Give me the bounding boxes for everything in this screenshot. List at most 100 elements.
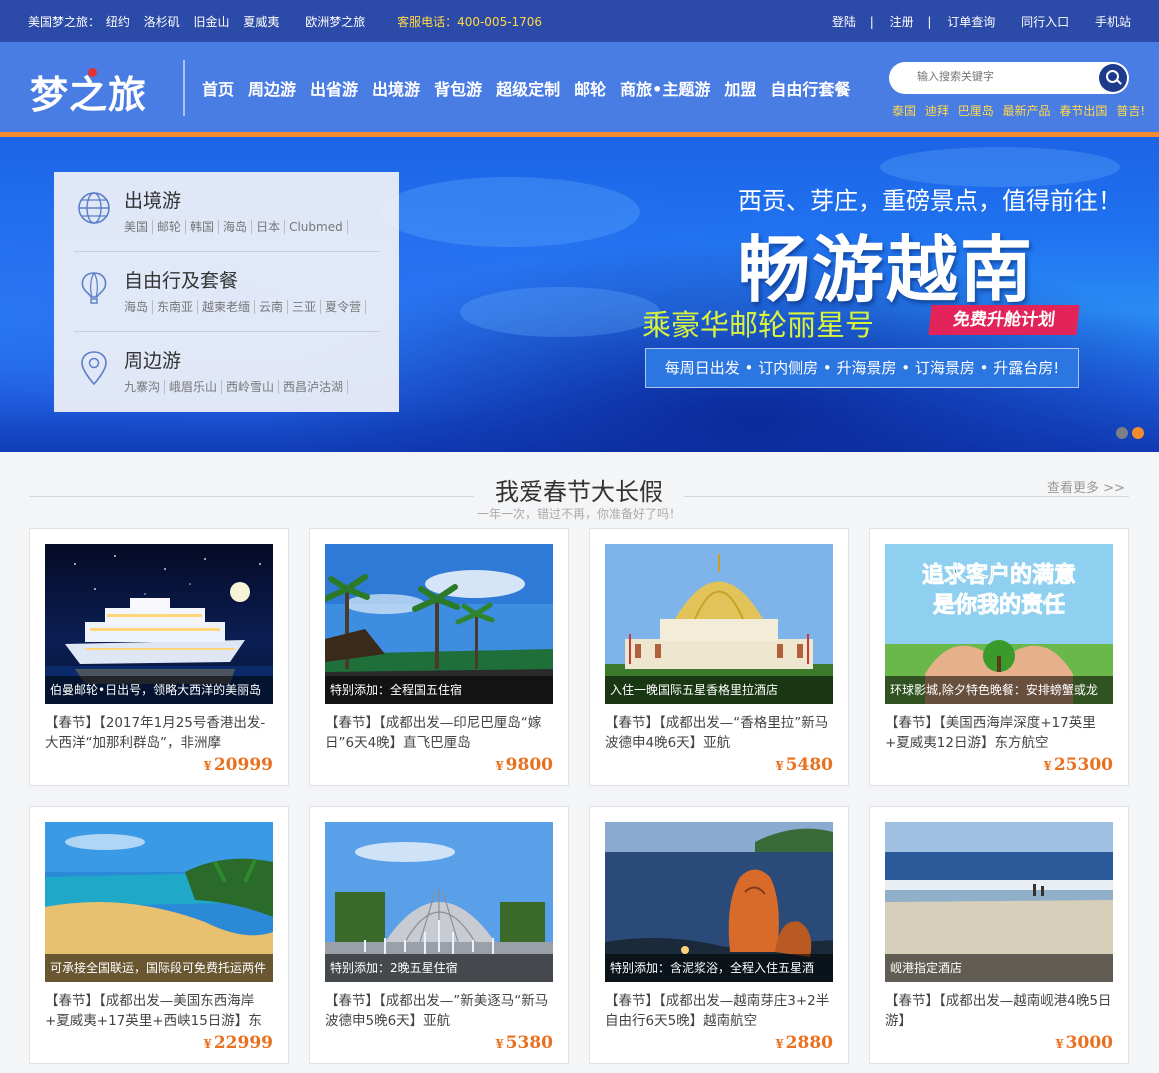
- price-value: 3000: [1065, 1033, 1113, 1053]
- city-link-newyork[interactable]: 纽约: [106, 15, 130, 29]
- product-image[interactable]: 伯曼邮轮•日出号，领略大西洋的美丽岛: [45, 544, 273, 704]
- banner-cruise-text: 乘豪华邮轮丽星号: [642, 308, 875, 342]
- category-link[interactable]: 东南亚: [157, 300, 199, 314]
- city-link-sanfrancisco[interactable]: 旧金山: [194, 15, 230, 29]
- register-link[interactable]: 注册: [890, 15, 914, 29]
- hot-keyword[interactable]: 巴厘岛: [958, 104, 994, 118]
- europe-link[interactable]: 欧洲梦之旅: [305, 15, 365, 29]
- product-card[interactable]: 特别添加：2晚五星住宿 【春节】【成都出发—”新美逐马“新马波德申5晚6天】亚航…: [309, 806, 569, 1064]
- currency-symbol: ¥: [1043, 759, 1052, 773]
- product-description[interactable]: 【春节】【成都出发—“香格里拉”新马波德申4晚6天】亚航: [605, 713, 835, 753]
- currency-symbol: ¥: [1055, 1037, 1064, 1051]
- category-title: 周边游: [124, 350, 182, 372]
- location-pin-icon: [81, 351, 107, 386]
- product-card[interactable]: 入住一晚国际五星香格里拉酒店 【春节】【成都出发—“香格里拉”新马波德申4晚6天…: [589, 528, 849, 786]
- product-price: ¥3000: [1055, 1033, 1113, 1053]
- category-links: 美国 邮轮 韩国 海岛 日本 Clubmed: [124, 218, 352, 235]
- product-card[interactable]: 特别添加：全程国五住宿 【春节】【成都出发—印尼巴厘岛“嫁日”6天4晚】直飞巴厘…: [309, 528, 569, 786]
- mobile-site-link[interactable]: 手机站: [1095, 15, 1131, 29]
- product-image[interactable]: 岘港指定酒店: [885, 822, 1113, 982]
- separator: |: [927, 15, 932, 29]
- product-image[interactable]: 特别添加：2晚五星住宿: [325, 822, 553, 982]
- product-description[interactable]: 【春节】【成都出发—印尼巴厘岛“嫁日”6天4晚】直飞巴厘岛: [325, 713, 555, 753]
- city-link-hawaii[interactable]: 夏威夷: [243, 15, 279, 29]
- product-card[interactable]: 岘港指定酒店 【春节】【成都出发—越南岘港4晚5日游】 ¥3000: [869, 806, 1129, 1064]
- category-link[interactable]: 韩国: [190, 220, 220, 234]
- category-link[interactable]: 海岛: [223, 220, 253, 234]
- nav-custom[interactable]: 超级定制: [496, 76, 560, 100]
- hot-keyword[interactable]: 最新产品: [1003, 104, 1051, 118]
- category-link[interactable]: 西昌泸沽湖: [283, 380, 349, 394]
- category-link[interactable]: 九寨沟: [124, 380, 166, 394]
- nav-franchise[interactable]: 加盟: [724, 76, 756, 100]
- category-link[interactable]: 夏令营: [325, 300, 367, 314]
- currency-symbol: ¥: [775, 1037, 784, 1051]
- category-link[interactable]: 峨眉乐山: [169, 380, 223, 394]
- nav-nearby-tours[interactable]: 周边游: [248, 76, 296, 100]
- hot-keyword[interactable]: 泰国: [892, 104, 916, 118]
- nav-backpacking[interactable]: 背包游: [434, 76, 482, 100]
- category-links: 九寨沟 峨眉乐山 西岭雪山 西昌泸沽湖: [124, 378, 352, 395]
- hot-keyword[interactable]: 迪拜: [925, 104, 949, 118]
- nav-domestic-tours[interactable]: 出省游: [310, 76, 358, 100]
- currency-symbol: ¥: [495, 1037, 504, 1051]
- product-card[interactable]: 可承接全国联运，国际段可免费托运两件 【春节】【成都出发—美国东西海岸+夏威夷+…: [29, 806, 289, 1064]
- nav-outbound-tours[interactable]: 出境游: [372, 76, 420, 100]
- category-nearby[interactable]: 周边游 九寨沟 峨眉乐山 西岭雪山 西昌泸沽湖: [74, 332, 379, 412]
- upgrade-badge: 免费升舱计划: [928, 305, 1080, 335]
- svg-text:追求客户的满意: 追求客户的满意: [922, 562, 1076, 588]
- product-image[interactable]: 特别添加：含泥浆浴，全程入住五星酒: [605, 822, 833, 982]
- product-card[interactable]: 追求客户的满意 是你我的责任 环球影城,除夕特色晚餐：安排螃蟹或龙 【春节】【美…: [869, 528, 1129, 786]
- product-image[interactable]: 可承接全国联运，国际段可免费托运两件: [45, 822, 273, 982]
- product-description[interactable]: 【春节】【成都出发—”新美逐马“新马波德申5晚6天】亚航: [325, 991, 555, 1031]
- product-description[interactable]: 【春节】【2017年1月25号香港出发-大西洋“加那利群岛”，非洲摩: [45, 713, 275, 753]
- currency-symbol: ¥: [203, 1037, 212, 1051]
- product-card[interactable]: 伯曼邮轮•日出号，领略大西洋的美丽岛 【春节】【2017年1月25号香港出发-大…: [29, 528, 289, 786]
- svg-text:是你我的责任: 是你我的责任: [933, 592, 1065, 618]
- category-link[interactable]: 西岭雪山: [226, 380, 280, 394]
- product-description[interactable]: 【春节】【成都出发—美国东西海岸+夏威夷+17英里+西峡15日游】东: [45, 991, 275, 1031]
- hot-keyword[interactable]: 春节出国: [1059, 104, 1107, 118]
- order-query-link[interactable]: 订单查询: [947, 15, 995, 29]
- partner-entry-link[interactable]: 同行入口: [1021, 15, 1069, 29]
- product-image[interactable]: 追求客户的满意 是你我的责任 环球影城,除夕特色晚餐：安排螃蟹或龙: [885, 544, 1113, 704]
- product-description[interactable]: 【春节】【成都出发—越南岘港4晚5日游】: [885, 991, 1115, 1031]
- logo[interactable]: 梦之旅: [30, 64, 147, 119]
- product-image[interactable]: 特别添加：全程国五住宿: [325, 544, 553, 704]
- nav-home[interactable]: 首页: [202, 76, 234, 100]
- nav-business-theme[interactable]: 商旅•主题游: [620, 76, 710, 100]
- category-title: 自由行及套餐: [124, 270, 239, 292]
- product-card[interactable]: 特别添加：含泥浆浴，全程入住五星酒 【春节】【成都出发—越南芽庄3+2半自由行6…: [589, 806, 849, 1064]
- category-link[interactable]: 日本: [256, 220, 286, 234]
- product-image[interactable]: 入住一晚国际五星香格里拉酒店: [605, 544, 833, 704]
- main-nav: 首页 周边游 出省游 出境游 背包游 超级定制 邮轮 商旅•主题游 加盟 自由行…: [202, 76, 850, 100]
- search-icon[interactable]: [1099, 64, 1127, 92]
- product-description[interactable]: 【春节】【成都出发—越南芽庄3+2半自由行6天5晚】越南航空: [605, 991, 835, 1031]
- price-value: 5480: [785, 755, 833, 775]
- category-link[interactable]: 美国: [124, 220, 154, 234]
- nav-free-packages[interactable]: 自由行套餐: [770, 76, 850, 100]
- category-link[interactable]: Clubmed: [289, 220, 348, 234]
- category-link[interactable]: 三亚: [292, 300, 322, 314]
- hot-keyword[interactable]: 普吉!: [1116, 104, 1145, 118]
- nav-cruise[interactable]: 邮轮: [574, 76, 606, 100]
- category-link[interactable]: 海岛: [124, 300, 154, 314]
- price-value: 9800: [505, 755, 553, 775]
- view-more-link[interactable]: 查看更多 >>: [1047, 477, 1125, 496]
- category-link[interactable]: 越柬老缅: [202, 300, 256, 314]
- category-link[interactable]: 邮轮: [157, 220, 187, 234]
- product-caption: 特别添加：2晚五星住宿: [325, 954, 553, 982]
- product-description[interactable]: 【春节】【美国西海岸深度+17英里+夏威夷12日游】东方航空: [885, 713, 1115, 753]
- category-link[interactable]: 云南: [259, 300, 289, 314]
- water-highlight: [380, 177, 640, 247]
- price-value: 2880: [785, 1033, 833, 1053]
- search-input[interactable]: [917, 70, 1087, 83]
- city-link-losangeles[interactable]: 洛杉矶: [144, 15, 180, 29]
- carousel-dot[interactable]: [1116, 427, 1128, 439]
- category-free-travel[interactable]: 自由行及套餐 海岛 东南亚 越柬老缅 云南 三亚 夏令营: [74, 252, 379, 332]
- login-link[interactable]: 登陆: [832, 15, 856, 29]
- section-title: 我爱春节大长假: [474, 472, 684, 507]
- carousel-dot-active[interactable]: [1132, 427, 1144, 439]
- category-outbound[interactable]: 出境游 美国 邮轮 韩国 海岛 日本 Clubmed: [74, 172, 379, 252]
- hero-banner[interactable]: 出境游 美国 邮轮 韩国 海岛 日本 Clubmed 自由行及套餐 海岛 东南亚 越柬老缅 云南…: [0, 137, 1159, 452]
